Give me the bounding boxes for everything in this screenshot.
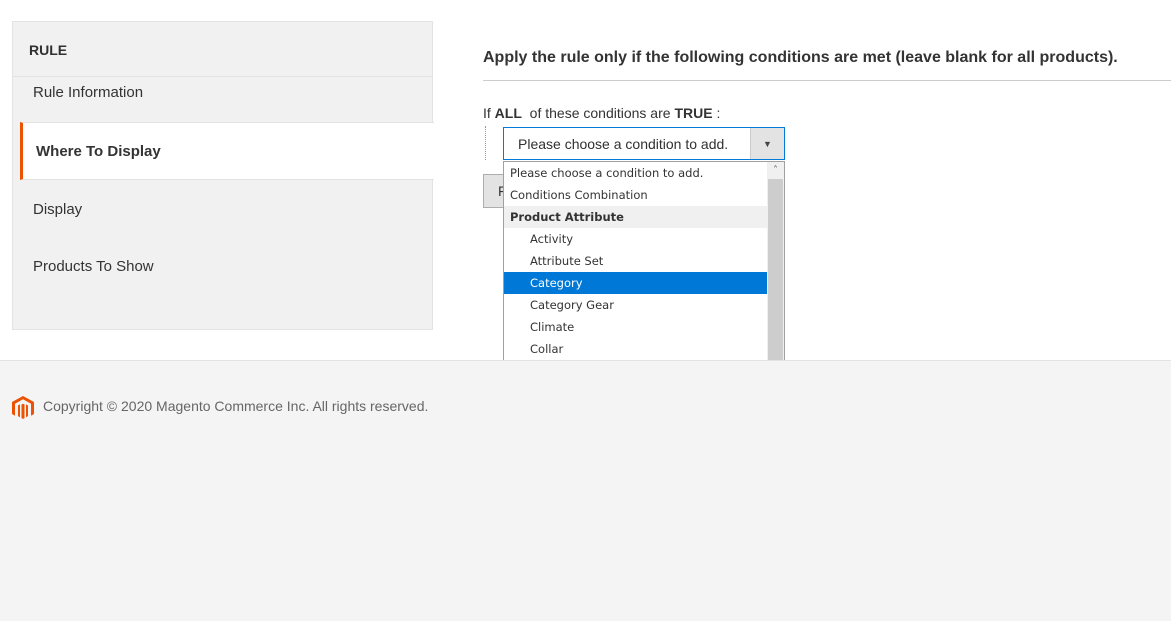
sidebar-item-rule-information[interactable]: Rule Information [13,63,433,121]
sidebar-item-label: Where To Display [36,143,161,160]
chevron-down-icon[interactable]: ▼ [750,128,784,159]
value-toggle[interactable]: TRUE [674,105,712,121]
dropdown-option[interactable]: Please choose a condition to add. [504,162,767,184]
sidebar-item-label: Display [33,201,82,218]
footer-copyright: Copyright © 2020 Magento Commerce Inc. A… [43,398,428,414]
condition-tree-guide [485,126,486,160]
scroll-up-arrow-icon[interactable]: ˄ [767,162,784,179]
dropdown-optgroup: Product Attribute [504,206,767,228]
select-current-value: Please choose a condition to add. [504,128,750,159]
dropdown-option[interactable]: Conditions Combination [504,184,767,206]
title-divider [483,80,1171,81]
condition-middle-text: of these conditions are [530,105,671,121]
dropdown-option[interactable]: Category [504,272,767,294]
dropdown-option[interactable]: Collar [504,338,767,360]
aggregator-toggle[interactable]: ALL [495,105,522,121]
sidebar-item-products-to-show[interactable]: Products To Show [13,237,433,295]
sidebar-item-display[interactable]: Display [13,180,433,238]
condition-statement: If ALL of these conditions are TRUE : [483,105,720,121]
dropdown-option[interactable]: Climate [504,316,767,338]
conditions-fieldset-title: Apply the rule only if the following con… [483,49,1118,67]
magento-logo-icon [12,396,34,420]
sidebar-item-label: Products To Show [33,258,154,275]
dropdown-option[interactable]: Category Gear [504,294,767,316]
main-area: RULE Rule Information Where To Display D… [0,0,1171,360]
condition-prefix: If [483,105,491,121]
page: RULE Rule Information Where To Display D… [0,0,1171,621]
condition-suffix: : [716,105,720,121]
new-condition-select[interactable]: Please choose a condition to add. ▼ [503,127,785,160]
dropdown-option[interactable]: Attribute Set [504,250,767,272]
sidebar-item-label: Rule Information [33,84,143,101]
dropdown-option[interactable]: Activity [504,228,767,250]
sidebar-item-where-to-display[interactable]: Where To Display [20,122,434,180]
